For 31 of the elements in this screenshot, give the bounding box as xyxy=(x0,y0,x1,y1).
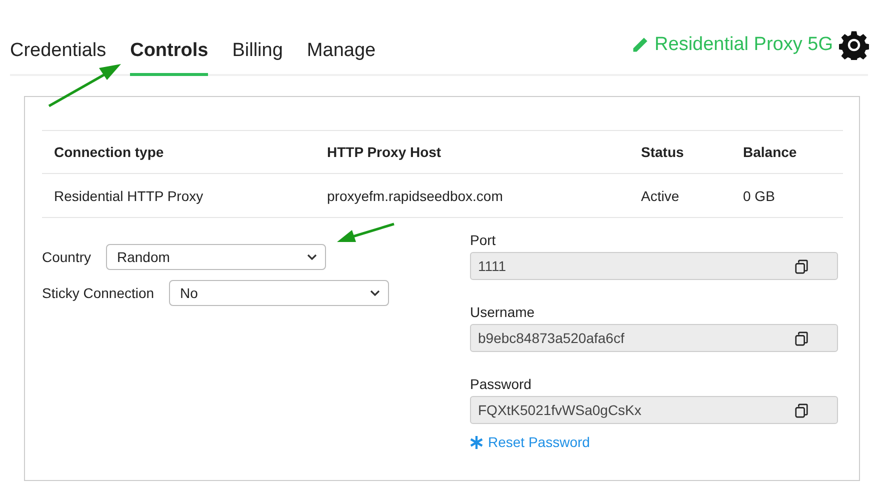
input-field[interactable]: FQXtK5021fvWSa0gCsKx xyxy=(470,396,838,424)
table-cell: Residential HTTP Proxy xyxy=(42,174,315,218)
dropdown[interactable]: Random xyxy=(106,244,326,270)
tab[interactable]: Credentials xyxy=(10,40,106,76)
select-label: Sticky Connection xyxy=(42,285,156,301)
tab[interactable]: Manage xyxy=(306,40,376,76)
dropdown[interactable]: No xyxy=(169,280,389,306)
copy-icon[interactable] xyxy=(794,258,809,274)
input-field[interactable]: b9ebc84873a520afa6cf xyxy=(470,324,838,352)
chevron-icon xyxy=(370,290,380,296)
column-header: Connection type xyxy=(42,130,315,174)
annotation-arrow xyxy=(336,222,396,244)
copy-icon[interactable] xyxy=(794,402,809,418)
tab[interactable]: Controls xyxy=(130,40,208,76)
field-label: Password xyxy=(470,376,532,392)
select-label: Country xyxy=(42,249,92,265)
product-name: Residential Proxy 5G xyxy=(654,34,833,56)
table-cell: Active xyxy=(629,174,731,218)
column-header: HTTP Proxy Host xyxy=(315,130,629,174)
field-label: Port xyxy=(470,232,497,248)
gear-icon[interactable] xyxy=(839,30,869,60)
table-cell: proxyefm.rapidseedbox.com xyxy=(315,174,629,218)
copy-icon[interactable] xyxy=(794,330,809,346)
field-label: Username xyxy=(470,304,536,320)
input-field[interactable]: 1111 xyxy=(470,252,838,280)
tab[interactable]: Billing xyxy=(232,40,283,76)
table-cell: 0 GB xyxy=(731,174,843,218)
column-header: Status xyxy=(629,130,731,174)
chevron-icon xyxy=(307,254,317,260)
column-header: Balance xyxy=(731,130,843,174)
asterisk-icon xyxy=(470,436,483,448)
